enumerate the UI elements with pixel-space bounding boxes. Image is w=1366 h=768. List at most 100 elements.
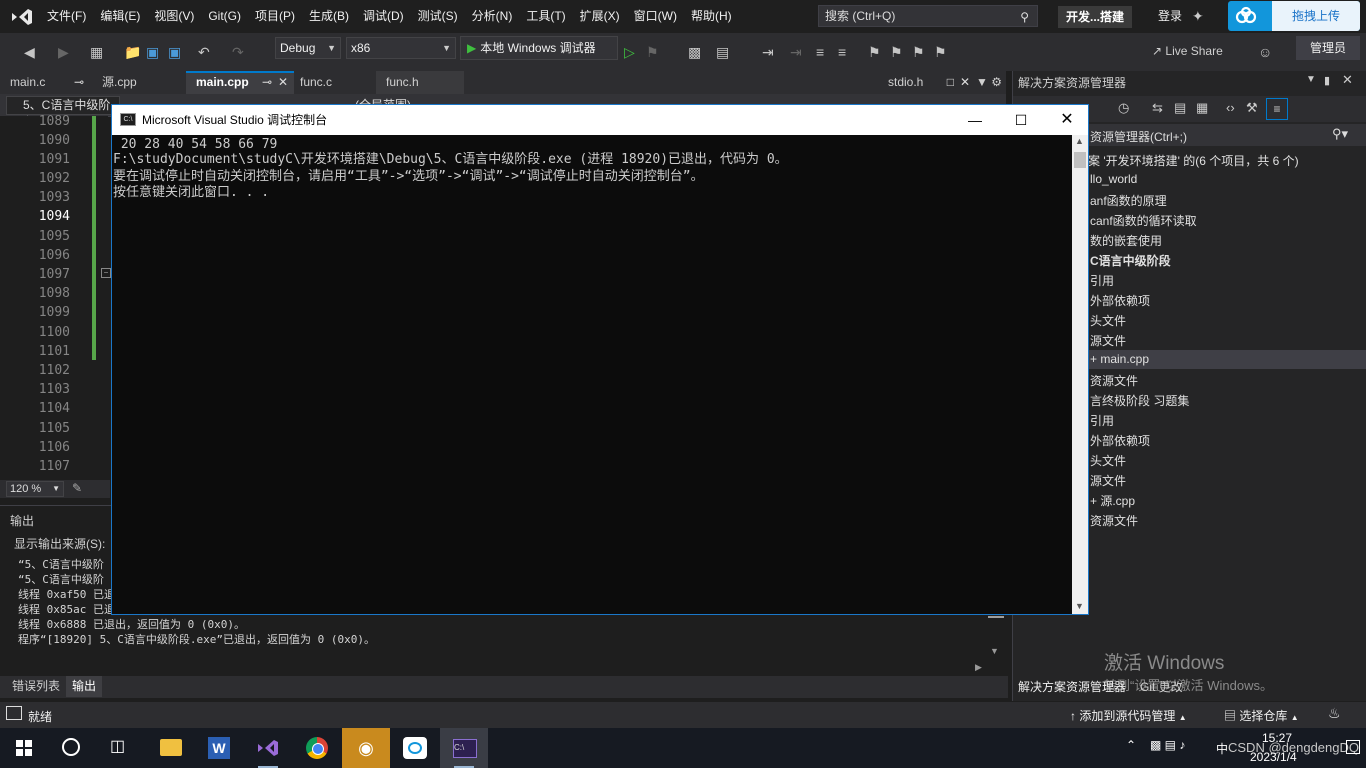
gear-icon[interactable]: ⚙ <box>991 75 1002 89</box>
notification-center-icon[interactable] <box>1346 740 1360 754</box>
close-button[interactable]: ✕ <box>1044 105 1090 135</box>
menu-extensions[interactable]: 扩展(X) <box>573 0 627 33</box>
pin-icon[interactable]: □ <box>947 71 954 94</box>
clear-bookmarks-icon[interactable]: ⚑ <box>934 33 947 71</box>
save-icon[interactable]: ▣ <box>146 33 159 71</box>
tree-item[interactable]: 数的嵌套使用 <box>1090 232 1162 249</box>
menu-file[interactable]: 文件(F) <box>40 0 93 33</box>
scroll-down-icon[interactable]: ▼ <box>1075 601 1084 611</box>
upload-widget[interactable]: 拖拽上传 <box>1228 1 1360 31</box>
tab-error-list[interactable]: 错误列表 <box>6 676 66 697</box>
tree-item[interactable]: 源文件 <box>1090 332 1126 349</box>
close-icon[interactable]: ✕ <box>278 73 288 92</box>
project-nav-combo[interactable]: 5、C语言中级阶段 <box>6 96 120 129</box>
close-icon[interactable]: ✕ <box>960 71 970 94</box>
feedback-icon[interactable]: ✦ <box>1192 8 1204 25</box>
browse-icon[interactable]: ▩ <box>688 33 701 71</box>
preview-icon[interactable]: ≡ <box>1266 98 1288 120</box>
tab-main-c[interactable]: main.c ⊸ <box>0 71 90 94</box>
search-circle-icon[interactable] <box>62 738 80 756</box>
tab-source-cpp[interactable]: 源.cpp <box>92 71 184 94</box>
tab-func-c[interactable]: func.c <box>290 71 380 94</box>
ime-indicator[interactable]: 中 <box>1216 740 1228 757</box>
tree-item[interactable]: 资源文件 <box>1090 372 1138 389</box>
console-scroll-thumb[interactable] <box>1074 152 1086 168</box>
menu-git[interactable]: Git(G) <box>201 0 248 33</box>
tray-icons[interactable]: ▩ ▤ ♪ <box>1150 738 1185 752</box>
scroll-up-icon[interactable]: ▲ <box>1075 136 1084 146</box>
console-scrollbar[interactable] <box>1072 135 1088 614</box>
tab-solution-explorer[interactable]: 解决方案资源管理器 <box>1018 678 1126 695</box>
tree-item[interactable]: 外部依赖项 <box>1090 292 1150 309</box>
taskbar-visual-studio[interactable] <box>244 728 292 768</box>
taskbar-baidu-netdisk[interactable] <box>391 728 439 768</box>
prev-bookmark-icon[interactable]: ⚑ <box>890 33 903 71</box>
clock-date[interactable]: 2023/1/4 <box>1250 750 1297 764</box>
scroll-right-icon[interactable]: ▶ <box>975 662 982 673</box>
tree-item[interactable]: canf函数的循环读取 <box>1090 212 1197 229</box>
taskbar-wechat[interactable]: ◉ <box>342 728 390 768</box>
startup-project[interactable]: C语言中级阶段 <box>1090 252 1171 269</box>
open-folder-icon[interactable]: 📁 <box>124 33 141 71</box>
person-icon[interactable]: ☺ <box>1258 33 1272 71</box>
tree-item[interactable]: + 源.cpp <box>1090 492 1135 509</box>
tree-item[interactable]: 言终极阶段 习题集 <box>1090 392 1189 409</box>
tray-chevron-icon[interactable]: ⌃ <box>1126 738 1136 752</box>
chevron-down-icon[interactable]: ▼ <box>1306 74 1316 85</box>
show-all-icon[interactable]: ▦ <box>1196 100 1208 116</box>
step-icon[interactable]: ⇥ <box>762 33 774 71</box>
live-share-button[interactable]: ↗ Live Share <box>1152 37 1223 65</box>
tree-item[interactable]: 引用 <box>1090 412 1114 429</box>
menu-tools[interactable]: 工具(T) <box>519 0 572 33</box>
run-debugger-button[interactable]: ▶ 本地 Windows 调试器 <box>460 36 618 60</box>
select-repo[interactable]: ▤ 选择仓库 ▲ <box>1224 707 1299 724</box>
output-scroll-thumb[interactable] <box>988 616 1004 618</box>
redo-icon[interactable]: ↷ <box>232 33 244 71</box>
clock-time[interactable]: 15:27 <box>1262 731 1292 745</box>
visual-studio-logo-icon[interactable] <box>10 6 34 28</box>
tab-main-cpp[interactable]: main.cpp ⊸ ✕ <box>186 71 294 94</box>
save-all-icon[interactable]: ▣ <box>168 33 181 71</box>
forward-icon[interactable]: ▶ <box>58 33 69 71</box>
tree-item[interactable]: llo_world <box>1090 172 1137 186</box>
uncomment-icon[interactable]: ≡ <box>838 33 846 71</box>
menu-view[interactable]: 视图(V) <box>147 0 201 33</box>
tree-item[interactable]: 引用 <box>1090 272 1114 289</box>
menu-test[interactable]: 测试(S) <box>411 0 465 33</box>
maximize-button[interactable]: ☐ <box>998 105 1044 135</box>
step-over-icon[interactable]: ⇥ <box>790 33 802 71</box>
sync-icon[interactable]: ⇆ <box>1152 100 1163 116</box>
tree-item[interactable]: 外部依赖项 <box>1090 432 1150 449</box>
layout-icon[interactable]: ▤ <box>716 33 729 71</box>
tree-item-selected[interactable]: + main.cpp <box>1090 352 1149 366</box>
solution-root[interactable]: 案 '开发环境搭建' 的(6 个项目，共 6 个) <box>1088 152 1299 169</box>
tab-git-changes[interactable]: Git 更改 <box>1140 678 1183 695</box>
platform-dropdown[interactable]: x86 ▼ <box>346 37 456 59</box>
search-box[interactable]: 搜索 (Ctrl+Q) ⚲ <box>818 5 1038 27</box>
windows-start-icon[interactable] <box>16 740 32 756</box>
config-dropdown[interactable]: Debug ▼ <box>275 37 341 59</box>
tree-item[interactable]: 资源文件 <box>1090 512 1138 529</box>
tree-item[interactable]: anf函数的原理 <box>1090 192 1167 209</box>
taskbar-file-explorer[interactable] <box>146 728 194 768</box>
taskbar-chrome[interactable] <box>293 728 341 768</box>
tab-overflow[interactable]: ▼ ⚙ <box>972 71 1006 94</box>
pin-icon[interactable]: ⊸ <box>74 71 84 94</box>
code-icon[interactable]: ‹› <box>1226 100 1235 115</box>
tree-item[interactable]: 头文件 <box>1090 312 1126 329</box>
collapse-icon[interactable]: − <box>101 268 111 278</box>
taskbar-console[interactable]: C:\ <box>440 728 488 768</box>
menu-help[interactable]: 帮助(H) <box>684 0 739 33</box>
scroll-down-icon[interactable]: ▼ <box>990 646 999 656</box>
menu-build[interactable]: 生成(B) <box>302 0 356 33</box>
menu-window[interactable]: 窗口(W) <box>627 0 684 33</box>
wrench-icon[interactable]: ⚒ <box>1246 100 1258 116</box>
tree-item[interactable]: 头文件 <box>1090 452 1126 469</box>
collapse-all-icon[interactable]: ▤ <box>1174 100 1186 116</box>
tab-output[interactable]: 输出 <box>66 676 103 697</box>
start-without-debug-icon[interactable]: ▷ <box>624 33 635 71</box>
notification-bell-icon[interactable]: ♨ <box>1328 705 1341 722</box>
brush-icon[interactable]: ✎ <box>72 481 82 495</box>
tab-func-h[interactable]: func.h <box>376 71 464 94</box>
comment-icon[interactable]: ≡ <box>816 33 824 71</box>
